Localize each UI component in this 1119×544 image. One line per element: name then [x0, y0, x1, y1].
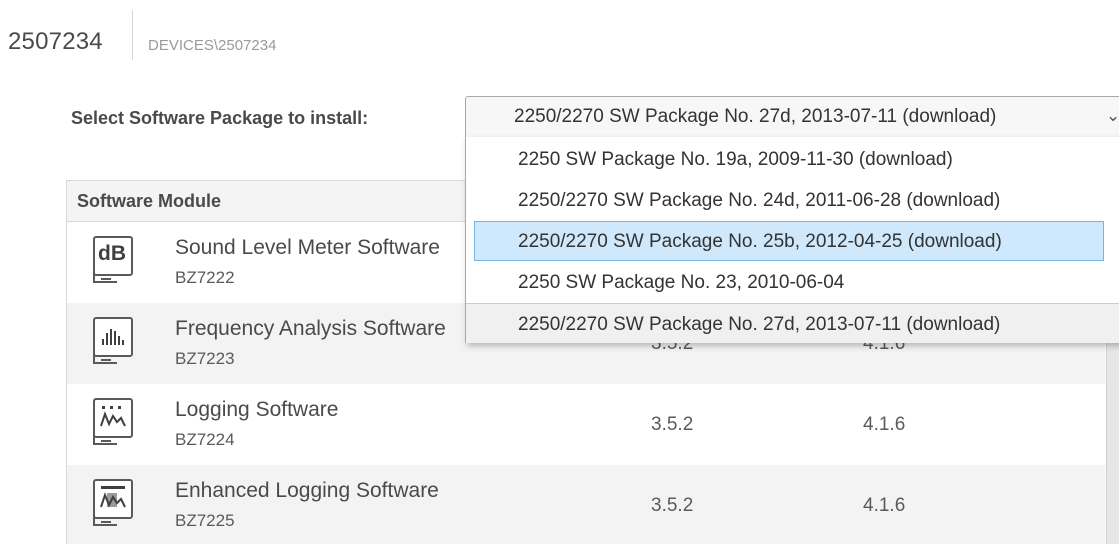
enhanced-logging-icon — [93, 479, 133, 526]
package-select-label: Select Software Package to install: — [71, 108, 369, 128]
module-code: BZ7222 — [175, 268, 235, 287]
device-path-breadcrumb: DEVICES\2507234 — [148, 37, 277, 54]
module-code: BZ7223 — [175, 349, 235, 368]
enhanced-logging-glyph — [100, 486, 126, 508]
package-option-current[interactable]: 2250/2270 SW Package No. 27d, 2013-07-11… — [466, 303, 1119, 343]
package-option-label: 2250 SW Package No. 23, 2010-06-04 — [518, 272, 845, 293]
icon-foot — [93, 434, 117, 445]
column-header-software-module: Software Module — [77, 191, 222, 211]
package-option[interactable]: 2250 SW Package No. 19a, 2009-11-30 (dow… — [466, 139, 1106, 179]
table-row: Logging Software BZ7224 3.5.2 4.1.6 — [67, 384, 1105, 465]
icon-foot — [93, 353, 117, 364]
logging-glyph — [100, 406, 126, 427]
frequency-bars-glyph — [102, 329, 124, 345]
logging-icon — [93, 398, 133, 445]
package-option[interactable]: 2250/2270 SW Package No. 24d, 2011-06-28… — [466, 180, 1106, 220]
db-icon: dB — [93, 236, 133, 283]
header-divider — [132, 10, 133, 60]
version-a: 3.5.2 — [651, 495, 694, 516]
package-option-highlighted[interactable]: 2250/2270 SW Package No. 25b, 2012-04-25… — [474, 221, 1104, 261]
version-a: 3.5.2 — [651, 414, 694, 435]
package-option-label: 2250/2270 SW Package No. 25b, 2012-04-25… — [518, 231, 1002, 252]
package-install-page: 2507234 DEVICES\2507234 Select Software … — [0, 0, 1119, 544]
module-name: Logging Software — [175, 398, 339, 421]
chevron-down-icon[interactable]: ⌄ — [1106, 106, 1119, 126]
package-select-value: 2250/2270 SW Package No. 27d, 2013-07-11… — [514, 106, 997, 127]
db-icon-text: dB — [98, 242, 126, 265]
version-b: 4.1.6 — [863, 495, 906, 516]
version-b: 4.1.6 — [863, 414, 906, 435]
module-name: Frequency Analysis Software — [175, 317, 446, 340]
module-name: Sound Level Meter Software — [175, 236, 440, 259]
device-id-title: 2507234 — [8, 28, 103, 55]
package-option-label: 2250/2270 SW Package No. 27d, 2013-07-11… — [518, 314, 1001, 335]
icon-foot — [93, 272, 117, 283]
table-scrollbar[interactable] — [1106, 342, 1119, 544]
module-code: BZ7224 — [175, 430, 235, 449]
package-options-list: 2250 SW Package No. 19a, 2009-11-30 (dow… — [465, 137, 1119, 343]
table-row: Enhanced Logging Software BZ7225 3.5.2 4… — [67, 465, 1105, 544]
package-option-label: 2250 SW Package No. 19a, 2009-11-30 (dow… — [518, 149, 953, 170]
icon-foot — [93, 515, 117, 526]
package-option[interactable]: 2250 SW Package No. 23, 2010-06-04 — [466, 262, 1106, 302]
frequency-analysis-icon — [93, 317, 133, 364]
module-code: BZ7225 — [175, 511, 235, 530]
package-option-label: 2250/2270 SW Package No. 24d, 2011-06-28… — [518, 190, 1001, 211]
module-name: Enhanced Logging Software — [175, 479, 439, 502]
package-select-dropdown[interactable]: 2250/2270 SW Package No. 27d, 2013-07-11… — [465, 96, 1119, 138]
